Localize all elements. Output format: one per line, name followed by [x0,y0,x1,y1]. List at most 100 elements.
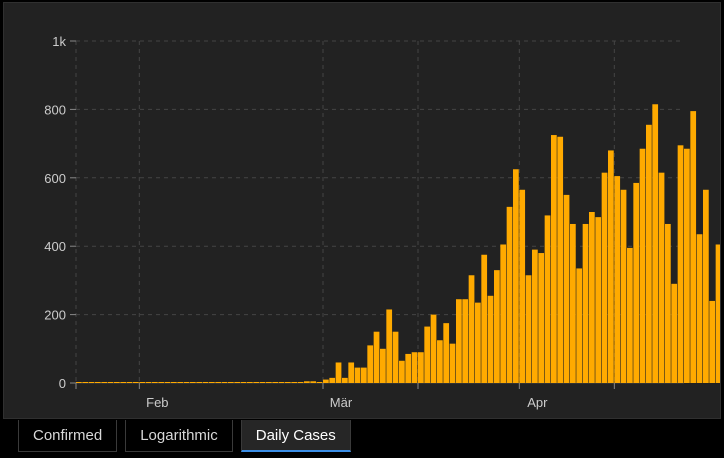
bar [665,223,671,383]
bar [696,234,703,383]
bar [684,148,690,383]
bar [411,352,418,383]
bar [494,270,500,383]
bar [589,212,595,383]
bar [139,382,146,383]
bar [196,382,203,383]
bar [576,268,583,383]
bar [234,382,241,383]
bar [215,382,222,383]
bar [114,382,120,383]
bar [95,382,101,383]
bar [703,189,709,383]
y-tick-label: 200 [44,308,66,323]
bar [456,299,462,383]
y-tick-label: 600 [44,171,66,186]
bar [544,215,551,383]
bar [570,223,576,383]
bar [392,331,399,383]
tab-logarithmic[interactable]: Logarithmic [125,420,233,452]
bar [310,381,317,383]
bar [633,182,640,383]
y-tick-label: 800 [44,102,66,117]
bar [443,323,450,383]
bar [582,223,589,383]
bar [133,382,139,383]
bar [462,299,469,383]
bar [405,353,412,383]
bar [171,382,177,383]
bar [671,283,678,383]
bar [437,340,443,383]
bar [253,382,260,383]
bar [418,352,424,383]
bar [183,382,190,383]
bar [82,382,89,383]
bar [475,302,481,383]
bar [126,382,133,383]
daily-cases-chart: 0 200 400 600 800 1k Feb Mär Apr [44,34,720,410]
bar [614,176,621,383]
bar [304,381,310,383]
bar [690,111,697,384]
bar [335,362,342,383]
x-tick-label: Apr [527,395,548,410]
bar [658,172,665,383]
bar [639,148,646,383]
bar [367,345,374,383]
y-tick-label: 1k [52,34,66,49]
bar [525,275,532,383]
bar [202,382,209,383]
bar [538,253,545,383]
tab-daily-cases[interactable]: Daily Cases [240,420,351,452]
bar [709,300,716,383]
bar [228,382,234,383]
bar [652,104,659,384]
bar [506,206,513,383]
tab-confirmed[interactable]: Confirmed [18,420,118,452]
chart-panel: 0 200 400 600 800 1k Feb Mär Apr [3,2,721,419]
bar [557,136,564,383]
bar [348,362,355,383]
x-tick-label: Mär [330,395,353,410]
bar [158,382,165,383]
bar [551,135,557,383]
bar [399,360,405,383]
bar [601,172,608,383]
bar [608,150,614,383]
bar [627,247,633,383]
bar [715,244,720,383]
bar [209,382,215,383]
bar [481,254,488,383]
bar [164,382,171,383]
bar [177,382,184,383]
bar [677,145,684,383]
bar [120,382,127,383]
bar [620,189,627,383]
bar [323,379,329,383]
bar [380,348,386,383]
bar [500,244,507,383]
bar [386,309,393,383]
bar [595,217,602,383]
bars-layer [76,104,720,384]
bar [240,382,247,383]
bar [563,194,570,383]
bar [487,295,494,383]
bar [152,382,158,383]
bar [646,124,652,383]
y-tick-label: 400 [44,239,66,254]
bar [449,343,456,383]
bar [272,382,279,383]
bar [424,326,431,383]
bar [145,382,152,383]
y-tick-label: 0 [59,376,66,391]
bar [354,367,361,383]
bar [221,382,228,383]
bar [329,377,336,383]
bar [285,382,291,383]
bar [430,314,437,383]
bar [513,169,519,383]
bar [101,382,108,383]
chart-mode-tabs: Confirmed Logarithmic Daily Cases [18,420,351,454]
